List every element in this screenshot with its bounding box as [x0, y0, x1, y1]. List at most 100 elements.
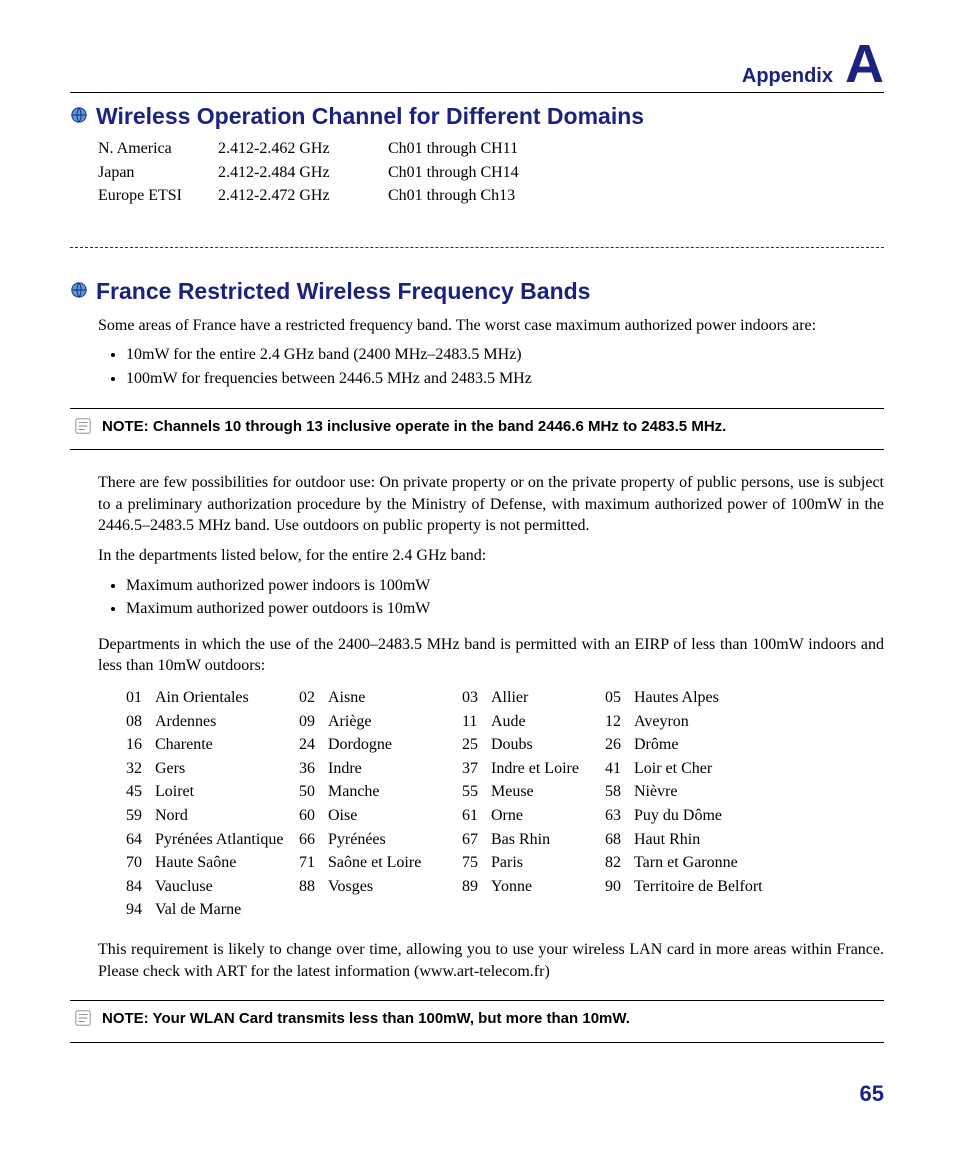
dept-name: Oise	[328, 805, 458, 827]
dept-name: Indre	[328, 758, 458, 780]
cell: N. America	[98, 138, 218, 160]
domain-table: N. America 2.412-2.462 GHz Ch01 through …	[98, 138, 884, 207]
section2-title: France Restricted Wireless Frequency Ban…	[96, 276, 590, 307]
dept-name: Ariège	[328, 711, 458, 733]
appendix-letter: A	[845, 40, 884, 89]
paragraph: In the departments listed below, for the…	[98, 545, 884, 567]
departments-grid: 01Ain Orientales02Aisne03Allier05Hautes …	[126, 687, 884, 921]
page-header: Appendix A	[70, 40, 884, 93]
paragraph: This requirement is likely to change ove…	[98, 939, 884, 982]
dept-code: 88	[299, 876, 324, 898]
list-item: 10mW for the entire 2.4 GHz band (2400 M…	[126, 344, 884, 366]
dept-code: 75	[462, 852, 487, 874]
dept-code: 03	[462, 687, 487, 709]
dept-name: Aveyron	[634, 711, 774, 733]
dept-code: 94	[126, 899, 151, 921]
note-icon	[74, 1009, 92, 1034]
dept-name: Loiret	[155, 781, 295, 803]
cell: 2.412-2.462 GHz	[218, 138, 388, 160]
dept-code: 11	[462, 711, 487, 733]
dept-name: Vaucluse	[155, 876, 295, 898]
dept-name: Paris	[491, 852, 601, 874]
dept-code: 41	[605, 758, 630, 780]
dept-name: Aisne	[328, 687, 458, 709]
section-separator	[70, 247, 884, 248]
dept-name: Territoire de Belfort	[634, 876, 774, 898]
section1-title: Wireless Operation Channel for Different…	[96, 101, 644, 132]
appendix-label: Appendix	[742, 63, 833, 90]
dept-code: 84	[126, 876, 151, 898]
dept-code: 89	[462, 876, 487, 898]
dept-code: 16	[126, 734, 151, 756]
dept-code: 58	[605, 781, 630, 803]
cell: Ch01 through CH14	[388, 162, 588, 184]
dept-code: 12	[605, 711, 630, 733]
dept-code: 64	[126, 829, 151, 851]
dept-name: Haut Rhin	[634, 829, 774, 851]
dept-code: 26	[605, 734, 630, 756]
dept-name: Loir et Cher	[634, 758, 774, 780]
cell: Europe ETSI	[98, 185, 218, 207]
dept-code: 61	[462, 805, 487, 827]
section1-content: N. America 2.412-2.462 GHz Ch01 through …	[98, 138, 884, 207]
section2-heading: France Restricted Wireless Frequency Ban…	[70, 276, 884, 307]
dept-code: 59	[126, 805, 151, 827]
dept-code: 63	[605, 805, 630, 827]
cell: Ch01 through CH11	[388, 138, 588, 160]
dept-code	[462, 899, 487, 921]
dept-code: 50	[299, 781, 324, 803]
dept-name: Orne	[491, 805, 601, 827]
section1-heading: Wireless Operation Channel for Different…	[70, 101, 884, 132]
dept-code: 08	[126, 711, 151, 733]
dept-code: 55	[462, 781, 487, 803]
dept-name: Charente	[155, 734, 295, 756]
note-box-2: NOTE: Your WLAN Card transmits less than…	[70, 1000, 884, 1043]
dept-name: Puy du Dôme	[634, 805, 774, 827]
dept-name	[491, 899, 601, 921]
dept-code: 70	[126, 852, 151, 874]
dept-code: 90	[605, 876, 630, 898]
intro-paragraph: Some areas of France have a restricted f…	[98, 315, 884, 337]
globe-icon	[70, 101, 88, 132]
note-text: NOTE: Channels 10 through 13 inclusive o…	[102, 417, 726, 437]
dept-code: 60	[299, 805, 324, 827]
dept-code	[605, 899, 630, 921]
cell: 2.412-2.484 GHz	[218, 162, 388, 184]
section2-body: There are few possibilities for outdoor …	[98, 472, 884, 982]
section2-content: Some areas of France have a restricted f…	[98, 315, 884, 390]
dept-name: Nièvre	[634, 781, 774, 803]
dept-code: 71	[299, 852, 324, 874]
cell: Japan	[98, 162, 218, 184]
dept-name: Ardennes	[155, 711, 295, 733]
dept-code: 05	[605, 687, 630, 709]
dept-name: Manche	[328, 781, 458, 803]
dept-name: Hautes Alpes	[634, 687, 774, 709]
dept-name: Val de Marne	[155, 899, 295, 921]
dept-name: Pyrénées Atlantique	[155, 829, 295, 851]
dept-name: Vosges	[328, 876, 458, 898]
dept-code: 45	[126, 781, 151, 803]
dept-code: 01	[126, 687, 151, 709]
dept-code: 68	[605, 829, 630, 851]
dept-name: Aude	[491, 711, 601, 733]
globe-icon	[70, 276, 88, 307]
dept-code: 36	[299, 758, 324, 780]
paragraph: Departments in which the use of the 2400…	[98, 634, 884, 677]
intro-bullets: 10mW for the entire 2.4 GHz band (2400 M…	[126, 344, 884, 389]
list-item: Maximum authorized power indoors is 100m…	[126, 575, 884, 597]
dept-name: Bas Rhin	[491, 829, 601, 851]
dept-code: 25	[462, 734, 487, 756]
dept-code	[299, 899, 324, 921]
dept-name	[634, 899, 774, 921]
note-text: NOTE: Your WLAN Card transmits less than…	[102, 1009, 630, 1029]
dept-name: Gers	[155, 758, 295, 780]
paragraph: There are few possibilities for outdoor …	[98, 472, 884, 537]
dept-name: Drôme	[634, 734, 774, 756]
cell: Ch01 through Ch13	[388, 185, 588, 207]
dept-code: 67	[462, 829, 487, 851]
page-number: 65	[70, 1079, 884, 1109]
dept-name: Haute Saône	[155, 852, 295, 874]
note-icon	[74, 417, 92, 442]
dept-name: Ain Orientales	[155, 687, 295, 709]
dept-name: Nord	[155, 805, 295, 827]
